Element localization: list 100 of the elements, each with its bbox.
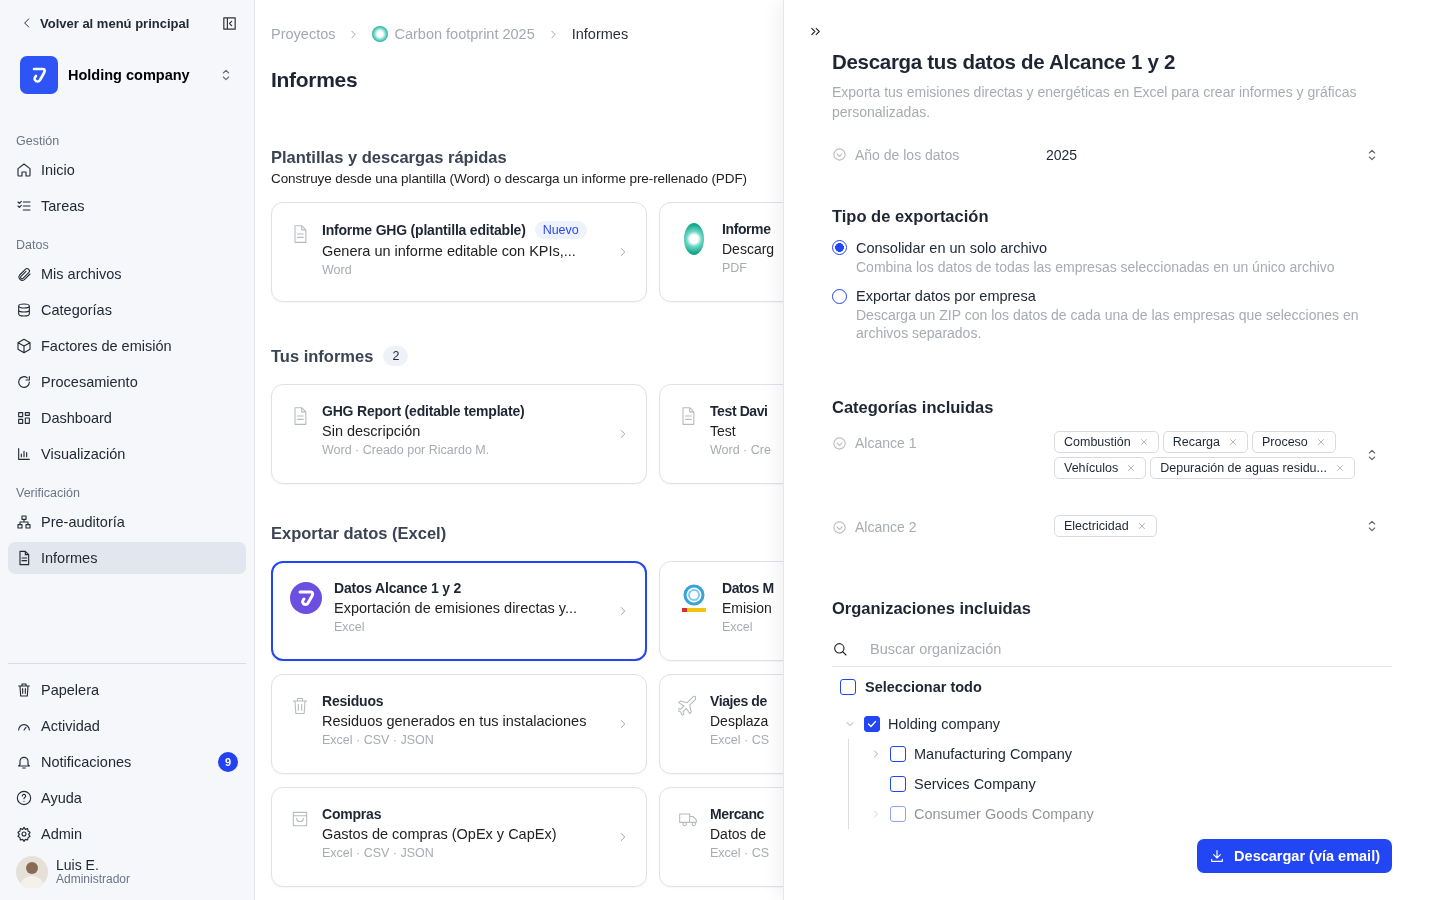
card-description: Desplaza — [710, 713, 770, 729]
download-button[interactable]: Descargar (vía email) — [1197, 839, 1392, 874]
card-title: Informe GHG (plantilla editable) — [322, 222, 526, 238]
report-card[interactable]: Informe Descarg PDF — [659, 202, 783, 302]
card-title: Datos Alcance 1 y 2 — [334, 580, 462, 596]
breadcrumb-link[interactable]: Informes — [571, 26, 629, 42]
category-tag[interactable]: Proceso — [1251, 431, 1336, 454]
field-label: Año de los datos — [855, 146, 961, 163]
section-title: Plantillas y descargas rápidas — [271, 148, 507, 167]
user-name: Luis E. — [56, 857, 100, 874]
card-meta: Excel · CSV · JSON — [322, 733, 435, 747]
report-card[interactable]: Viajes de Desplaza Excel · CS — [659, 674, 783, 774]
field-label: Alcance 2 — [855, 518, 918, 536]
panel-description: Exporta tus emisiones directas y energéticas en Excel para crear informes y gráficas personalizadas. — [832, 83, 1358, 123]
card-meta: Word · Creado por Ricardo M. — [322, 443, 491, 457]
user-role: Administrador — [56, 873, 131, 887]
report-card[interactable]: Test Davi Test Word · Cre — [659, 384, 783, 484]
nav-item[interactable]: Ayuda — [8, 782, 246, 814]
card-description: Genera un informe editable con KPIs,... — [322, 243, 577, 259]
nav-item[interactable]: Procesamiento — [8, 366, 246, 398]
section-title: Organizaciones incluidas — [832, 599, 1032, 619]
card-description: Residuos generados en tus instalaciones — [322, 713, 588, 729]
report-card[interactable]: Informe GHG (plantilla editable) Nuevo Genera un informe editable con KPIs,... Word — [271, 202, 647, 302]
card-description: Emision — [722, 600, 773, 616]
nav-item[interactable]: Notificaciones 9 — [8, 746, 246, 778]
category-select[interactable]: Alcance 1 Combustión Recarga Proceso Vehículos Depuración de aguas residu... — [832, 431, 1392, 480]
card-meta: Excel · CSV · JSON — [322, 846, 435, 860]
organization-name: Consumer Goods Company — [914, 806, 1094, 823]
organization-name: Holding company — [888, 716, 1001, 733]
section-subtitle: Construye desde una plantilla (Word) o descarga un informe pre-rellenado (PDF) — [271, 171, 748, 186]
category-tag[interactable]: Vehículos — [1054, 457, 1147, 480]
card-title: Informe — [722, 221, 771, 237]
nav-item[interactable]: Inicio — [8, 154, 246, 186]
card-description: Datos de — [710, 826, 768, 842]
card-meta: Excel · CS — [710, 846, 771, 860]
section-title: Categorías incluidas — [832, 398, 995, 418]
option-description: Descarga un ZIP con los datos de cada una de las empresas que selecciones en archivos separados. — [856, 307, 1360, 343]
nav-item[interactable]: Mis archivos — [8, 258, 246, 290]
card-meta: Excel · CS — [710, 733, 771, 747]
nav-item[interactable]: Factores de emisión — [8, 330, 246, 362]
option-label: Consolidar en un solo archivo — [856, 239, 1048, 256]
category-select[interactable]: Alcance 2 Electricidad — [832, 515, 1392, 538]
nav-section-title: Verificación — [15, 485, 81, 502]
report-card[interactable]: GHG Report (editable template) Sin descripción Word · Creado por Ricardo M. — [271, 384, 647, 484]
section-title: Tus informes — [271, 346, 374, 366]
notification-count: 9 — [218, 752, 238, 772]
category-tag[interactable]: Electricidad — [1054, 515, 1157, 538]
page-title: Informes — [271, 68, 359, 92]
section-title: Tipo de exportación — [832, 206, 990, 226]
checkbox-label: Seleccionar todo — [865, 679, 982, 696]
card-description: Exportación de emisiones directas y... — [334, 600, 579, 616]
card-meta: PDF — [722, 261, 748, 275]
nav-item[interactable]: Actividad — [8, 710, 246, 742]
panel-title: Descarga tus datos de Alcance 1 y 2 — [832, 50, 1177, 74]
report-card[interactable]: Datos M Emision Excel — [659, 561, 783, 661]
nav-item[interactable]: Papelera — [8, 674, 246, 706]
card-title: Mercanc — [710, 806, 764, 822]
report-card[interactable]: Mercanc Datos de Excel · CS — [659, 787, 783, 887]
year-select[interactable]: Año de los datos 2025 — [832, 146, 1392, 163]
card-title: Test Davi — [710, 403, 768, 419]
option-label: Exportar datos por empresa — [856, 288, 1036, 305]
card-meta: Word — [322, 263, 353, 277]
card-title: Datos M — [722, 580, 774, 596]
card-title: GHG Report (editable template) — [322, 403, 525, 419]
search-field[interactable]: Buscar organización — [868, 640, 1392, 659]
nav-item[interactable]: Admin — [8, 818, 246, 850]
nav-item[interactable]: Informes — [8, 542, 246, 574]
field-label: Alcance 1 — [855, 434, 918, 452]
category-tag[interactable]: Depuración de aguas residu... — [1150, 457, 1355, 480]
card-title: Viajes de — [710, 693, 767, 709]
organization-name: Manufacturing Company — [914, 746, 1072, 763]
nav-item[interactable]: Dashboard — [8, 402, 246, 434]
section-title: Exportar datos (Excel) — [271, 524, 447, 543]
option-description: Combina los datos de todas las empresas seleccionadas en un único archivo — [856, 258, 1336, 277]
new-badge: Nuevo — [534, 221, 587, 239]
report-card[interactable]: Compras Gastos de compras (OpEx y CapEx) Excel · CSV · JSON — [271, 787, 647, 887]
nav-item[interactable]: Tareas — [8, 190, 246, 222]
card-description: Gastos de compras (OpEx y CapEx) — [322, 826, 558, 842]
card-meta: Excel — [334, 620, 366, 634]
card-meta: Word · Cre — [710, 443, 772, 457]
back-link[interactable]: Volver al menú principal — [20, 15, 190, 31]
nav-item[interactable]: Pre-auditoría — [8, 506, 246, 538]
card-title: Residuos — [322, 693, 384, 709]
nav-section-title: Gestión — [15, 133, 61, 150]
card-description: Descarg — [722, 241, 776, 257]
card-title: Compras — [322, 806, 382, 822]
report-card[interactable]: Residuos Residuos generados en tus instalaciones Excel · CSV · JSON — [271, 674, 647, 774]
card-description: Sin descripción — [322, 423, 422, 439]
count-badge: 2 — [383, 346, 409, 366]
nav-item[interactable]: Categorías — [8, 294, 246, 326]
card-description: Test — [710, 423, 737, 439]
category-tag[interactable]: Combustión — [1054, 431, 1159, 454]
organization-name: Services Company — [914, 776, 1036, 793]
org-switcher[interactable]: Holding company — [12, 54, 242, 96]
category-tag[interactable]: Recarga — [1162, 431, 1248, 454]
card-meta: Excel — [722, 620, 754, 634]
field-value: 2025 — [1046, 146, 1079, 163]
nav-section-title: Datos — [15, 237, 50, 254]
report-card[interactable]: Datos Alcance 1 y 2 Exportación de emisiones directas y... Excel — [271, 561, 647, 661]
nav-item[interactable]: Visualización — [8, 438, 246, 470]
